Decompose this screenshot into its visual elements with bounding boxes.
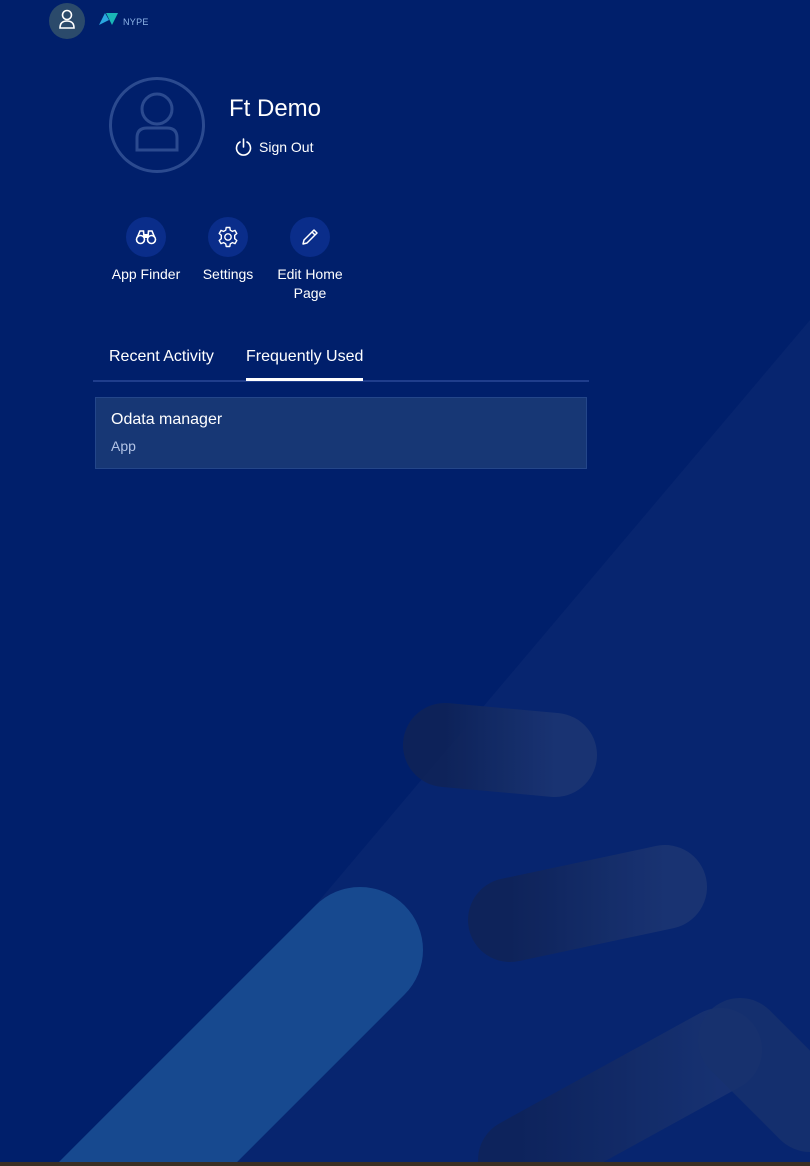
person-placeholder-icon [112, 80, 202, 170]
edit-home-page-button[interactable]: Edit Home Page [265, 217, 355, 303]
app-finder-label: App Finder [111, 266, 181, 282]
shell-header: NYPE [0, 0, 810, 42]
list-item-title: Odata manager [111, 411, 223, 428]
logo-text: NYPE [123, 16, 149, 27]
settings-button[interactable]: Settings [183, 217, 273, 284]
app-finder-button[interactable]: App Finder [101, 217, 191, 284]
activity-tabs: Recent Activity Frequently Used [93, 340, 589, 382]
background-decoration [55, 320, 810, 1166]
profile-avatar [109, 77, 205, 173]
list-item[interactable]: Odata manager App [95, 397, 587, 469]
settings-circle [208, 217, 248, 257]
sign-out-button[interactable]: Sign Out [235, 138, 313, 156]
tab-recent-activity[interactable]: Recent Activity [109, 347, 214, 367]
user-menu-button[interactable] [49, 3, 85, 39]
edit-home-page-circle [290, 217, 330, 257]
gear-icon [217, 226, 239, 248]
person-icon [58, 8, 76, 35]
logo-mark-icon [98, 11, 120, 32]
company-logo[interactable]: NYPE [98, 11, 149, 32]
selected-tab-indicator [246, 378, 363, 381]
power-icon [235, 138, 252, 156]
settings-label: Settings [202, 266, 254, 282]
taskbar-strip [0, 1162, 810, 1166]
list-item-type: App [111, 438, 136, 454]
edit-home-page-label: Edit Home Page [277, 266, 343, 301]
tab-frequently-used[interactable]: Frequently Used [246, 347, 363, 367]
app-finder-circle [126, 217, 166, 257]
user-name: Ft Demo [229, 95, 322, 122]
sign-out-label: Sign Out [259, 139, 314, 155]
pencil-icon [300, 227, 320, 247]
binoculars-icon [135, 229, 157, 245]
